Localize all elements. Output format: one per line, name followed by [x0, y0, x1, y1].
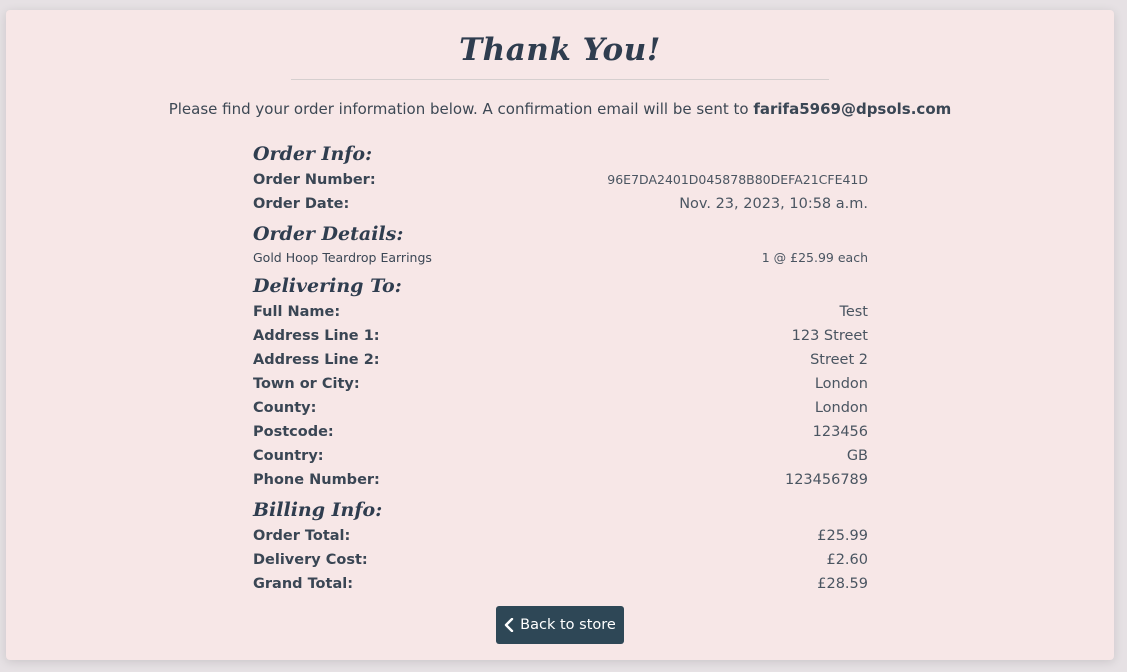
confirmation-card: Thank You! Please find your order inform…: [6, 10, 1114, 660]
address-line-1-row: Address Line 1: 123 Street: [253, 324, 868, 348]
postcode-label: Postcode:: [253, 424, 334, 440]
country-row: Country: GB: [253, 444, 868, 468]
grand-total-value: £28.59: [817, 576, 868, 592]
postcode-value: 123456: [812, 424, 868, 440]
county-row: County: London: [253, 396, 868, 420]
order-number-row: Order Number: 96E7DA2401D045878B80DEFA21…: [253, 168, 868, 192]
order-date-row: Order Date: Nov. 23, 2023, 10:58 a.m.: [253, 192, 868, 216]
town-value: London: [814, 376, 868, 392]
order-item-qty-price: 1 @ £25.99 each: [761, 250, 868, 265]
address-line-2-value: Street 2: [810, 352, 868, 368]
county-value: London: [814, 400, 868, 416]
delivering-to-heading: Delivering To:: [253, 275, 402, 297]
postcode-row: Postcode: 123456: [253, 420, 868, 444]
confirmation-email: farifa5969@dpsols.com: [753, 100, 952, 118]
order-number-value: 96E7DA2401D045878B80DEFA21CFE41D: [607, 172, 868, 187]
order-item-row: Gold Hoop Teardrop Earrings 1 @ £25.99 e…: [253, 248, 868, 268]
address-line-2-label: Address Line 2:: [253, 352, 380, 368]
address-line-1-value: 123 Street: [791, 328, 868, 344]
grand-total-label: Grand Total:: [253, 576, 353, 592]
order-summary: Order Info: Order Number: 96E7DA2401D045…: [253, 136, 868, 596]
town-row: Town or City: London: [253, 372, 868, 396]
order-total-label: Order Total:: [253, 528, 351, 544]
back-to-store-label: Back to store: [520, 617, 616, 633]
order-total-value: £25.99: [817, 528, 868, 544]
full-name-value: Test: [839, 304, 868, 320]
chevron-left-icon: [504, 618, 514, 632]
order-info-heading: Order Info:: [253, 143, 373, 165]
order-item-name: Gold Hoop Teardrop Earrings: [253, 250, 432, 265]
phone-row: Phone Number: 123456789: [253, 468, 868, 492]
order-total-row: Order Total: £25.99: [253, 524, 868, 548]
billing-info-heading: Billing Info:: [253, 499, 383, 521]
phone-value: 123456789: [784, 472, 868, 488]
order-date-value: Nov. 23, 2023, 10:58 a.m.: [679, 196, 868, 212]
delivery-cost-value: £2.60: [826, 552, 868, 568]
delivery-cost-row: Delivery Cost: £2.60: [253, 548, 868, 572]
phone-label: Phone Number:: [253, 472, 380, 488]
intro-text: Please find your order information below…: [6, 100, 1114, 118]
page-title: Thank You!: [459, 32, 661, 68]
county-label: County:: [253, 400, 317, 416]
country-label: Country:: [253, 448, 324, 464]
country-value: GB: [846, 448, 868, 464]
full-name-row: Full Name: Test: [253, 300, 868, 324]
address-line-1-label: Address Line 1:: [253, 328, 380, 344]
order-number-label: Order Number:: [253, 172, 376, 188]
address-line-2-row: Address Line 2: Street 2: [253, 348, 868, 372]
town-label: Town or City:: [253, 376, 360, 392]
title-divider: [291, 79, 829, 80]
delivery-cost-label: Delivery Cost:: [253, 552, 368, 568]
back-to-store-button[interactable]: Back to store: [496, 606, 624, 644]
order-details-heading: Order Details:: [253, 223, 404, 245]
grand-total-row: Grand Total: £28.59: [253, 572, 868, 596]
order-date-label: Order Date:: [253, 196, 350, 212]
full-name-label: Full Name:: [253, 304, 341, 320]
intro-message: Please find your order information below…: [168, 100, 754, 118]
